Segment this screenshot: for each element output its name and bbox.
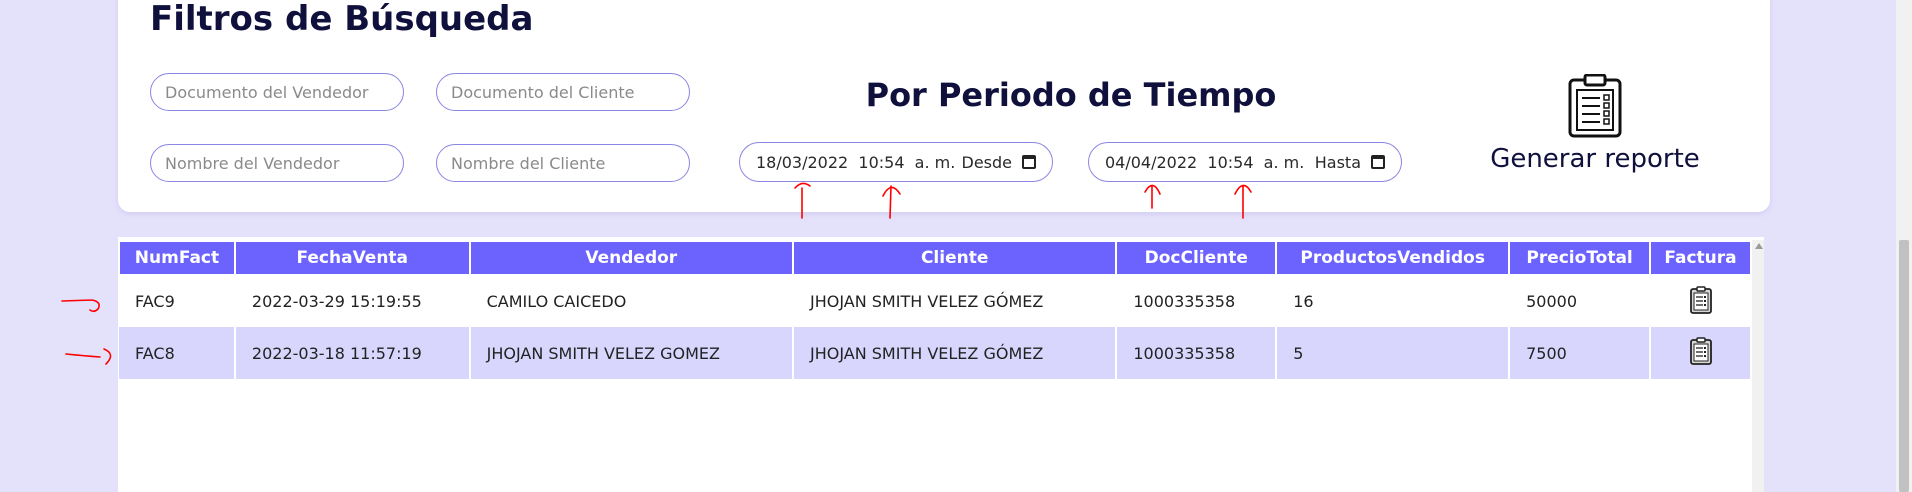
scroll-up-arrow-icon[interactable]	[1755, 243, 1763, 249]
vendor-document-input[interactable]	[150, 73, 404, 111]
filters-title: Filtros de Búsqueda	[150, 0, 534, 39]
cell-vendedor: JHOJAN SMITH VELEZ GOMEZ	[469, 327, 794, 379]
table-row[interactable]: FAC8 2022-03-18 11:57:19 JHOJAN SMITH VE…	[119, 327, 1752, 379]
vendor-name-input[interactable]	[150, 144, 404, 182]
cell-vendedor: CAMILO CAICEDO	[469, 275, 794, 327]
cell-precio: 7500	[1509, 327, 1652, 379]
cell-cliente: JHOJAN SMITH VELEZ GÓMEZ	[792, 275, 1118, 327]
header-numfact[interactable]: NumFact	[118, 240, 236, 276]
cell-factura	[1650, 327, 1752, 379]
date-from-input[interactable]: 18/03/2022 10:54 a. m. Desde	[739, 142, 1053, 182]
cell-productos: 5	[1276, 327, 1511, 379]
table-scrollbar[interactable]	[1752, 240, 1764, 492]
header-preciototal[interactable]: PrecioTotal	[1508, 240, 1652, 276]
client-document-input[interactable]	[436, 73, 690, 111]
date-to-label: Hasta	[1314, 152, 1361, 172]
generate-report-label: Generar reporte	[1490, 144, 1700, 174]
cell-productos: 16	[1276, 275, 1511, 327]
annotation-arrow-right	[61, 299, 100, 313]
date-from-value: 18/03/2022 10:54 a. m.	[756, 152, 956, 172]
calendar-icon[interactable]	[1022, 155, 1036, 169]
table-row[interactable]: FAC9 2022-03-29 15:19:55 CAMILO CAICEDO …	[119, 275, 1752, 327]
period-title: Por Periodo de Tiempo	[865, 76, 1277, 114]
cell-numfact: FAC8	[119, 327, 236, 379]
table-header-row: NumFact FechaVenta Vendedor Cliente DocC…	[118, 240, 1752, 276]
header-vendedor[interactable]: Vendedor	[468, 240, 794, 276]
calendar-icon[interactable]	[1371, 155, 1385, 169]
generate-report-button[interactable]: Generar reporte	[1480, 74, 1710, 178]
header-cliente[interactable]: Cliente	[791, 240, 1118, 276]
cell-factura	[1650, 275, 1752, 327]
header-productosvendidos[interactable]: ProductosVendidos	[1275, 240, 1511, 276]
cell-cliente: JHOJAN SMITH VELEZ GÓMEZ	[792, 327, 1118, 379]
annotation-arrow-right	[65, 348, 112, 365]
clipboard-icon[interactable]	[1689, 285, 1713, 314]
date-from-label: Desde	[961, 152, 1013, 172]
header-fechaventa[interactable]: FechaVenta	[233, 240, 471, 276]
cell-doccliente: 1000335358	[1116, 275, 1278, 327]
cell-fechaventa: 2022-03-18 11:57:19	[234, 327, 471, 379]
cell-fechaventa: 2022-03-29 15:19:55	[234, 275, 471, 327]
client-name-input[interactable]	[436, 144, 690, 182]
header-factura[interactable]: Factura	[1649, 240, 1752, 276]
date-to-input[interactable]: 04/04/2022 10:54 a. m. Hasta	[1088, 142, 1402, 182]
page-scroll-thumb[interactable]	[1899, 240, 1909, 492]
cell-precio: 50000	[1509, 275, 1652, 327]
clipboard-icon	[1568, 74, 1622, 138]
cell-doccliente: 1000335358	[1116, 327, 1278, 379]
header-doccliente[interactable]: DocCliente	[1115, 240, 1278, 276]
cell-numfact: FAC9	[119, 275, 236, 327]
date-to-value: 04/04/2022 10:54 a. m.	[1105, 152, 1305, 172]
sales-table: NumFact FechaVenta Vendedor Cliente DocC…	[118, 240, 1752, 379]
clipboard-icon[interactable]	[1689, 337, 1713, 365]
